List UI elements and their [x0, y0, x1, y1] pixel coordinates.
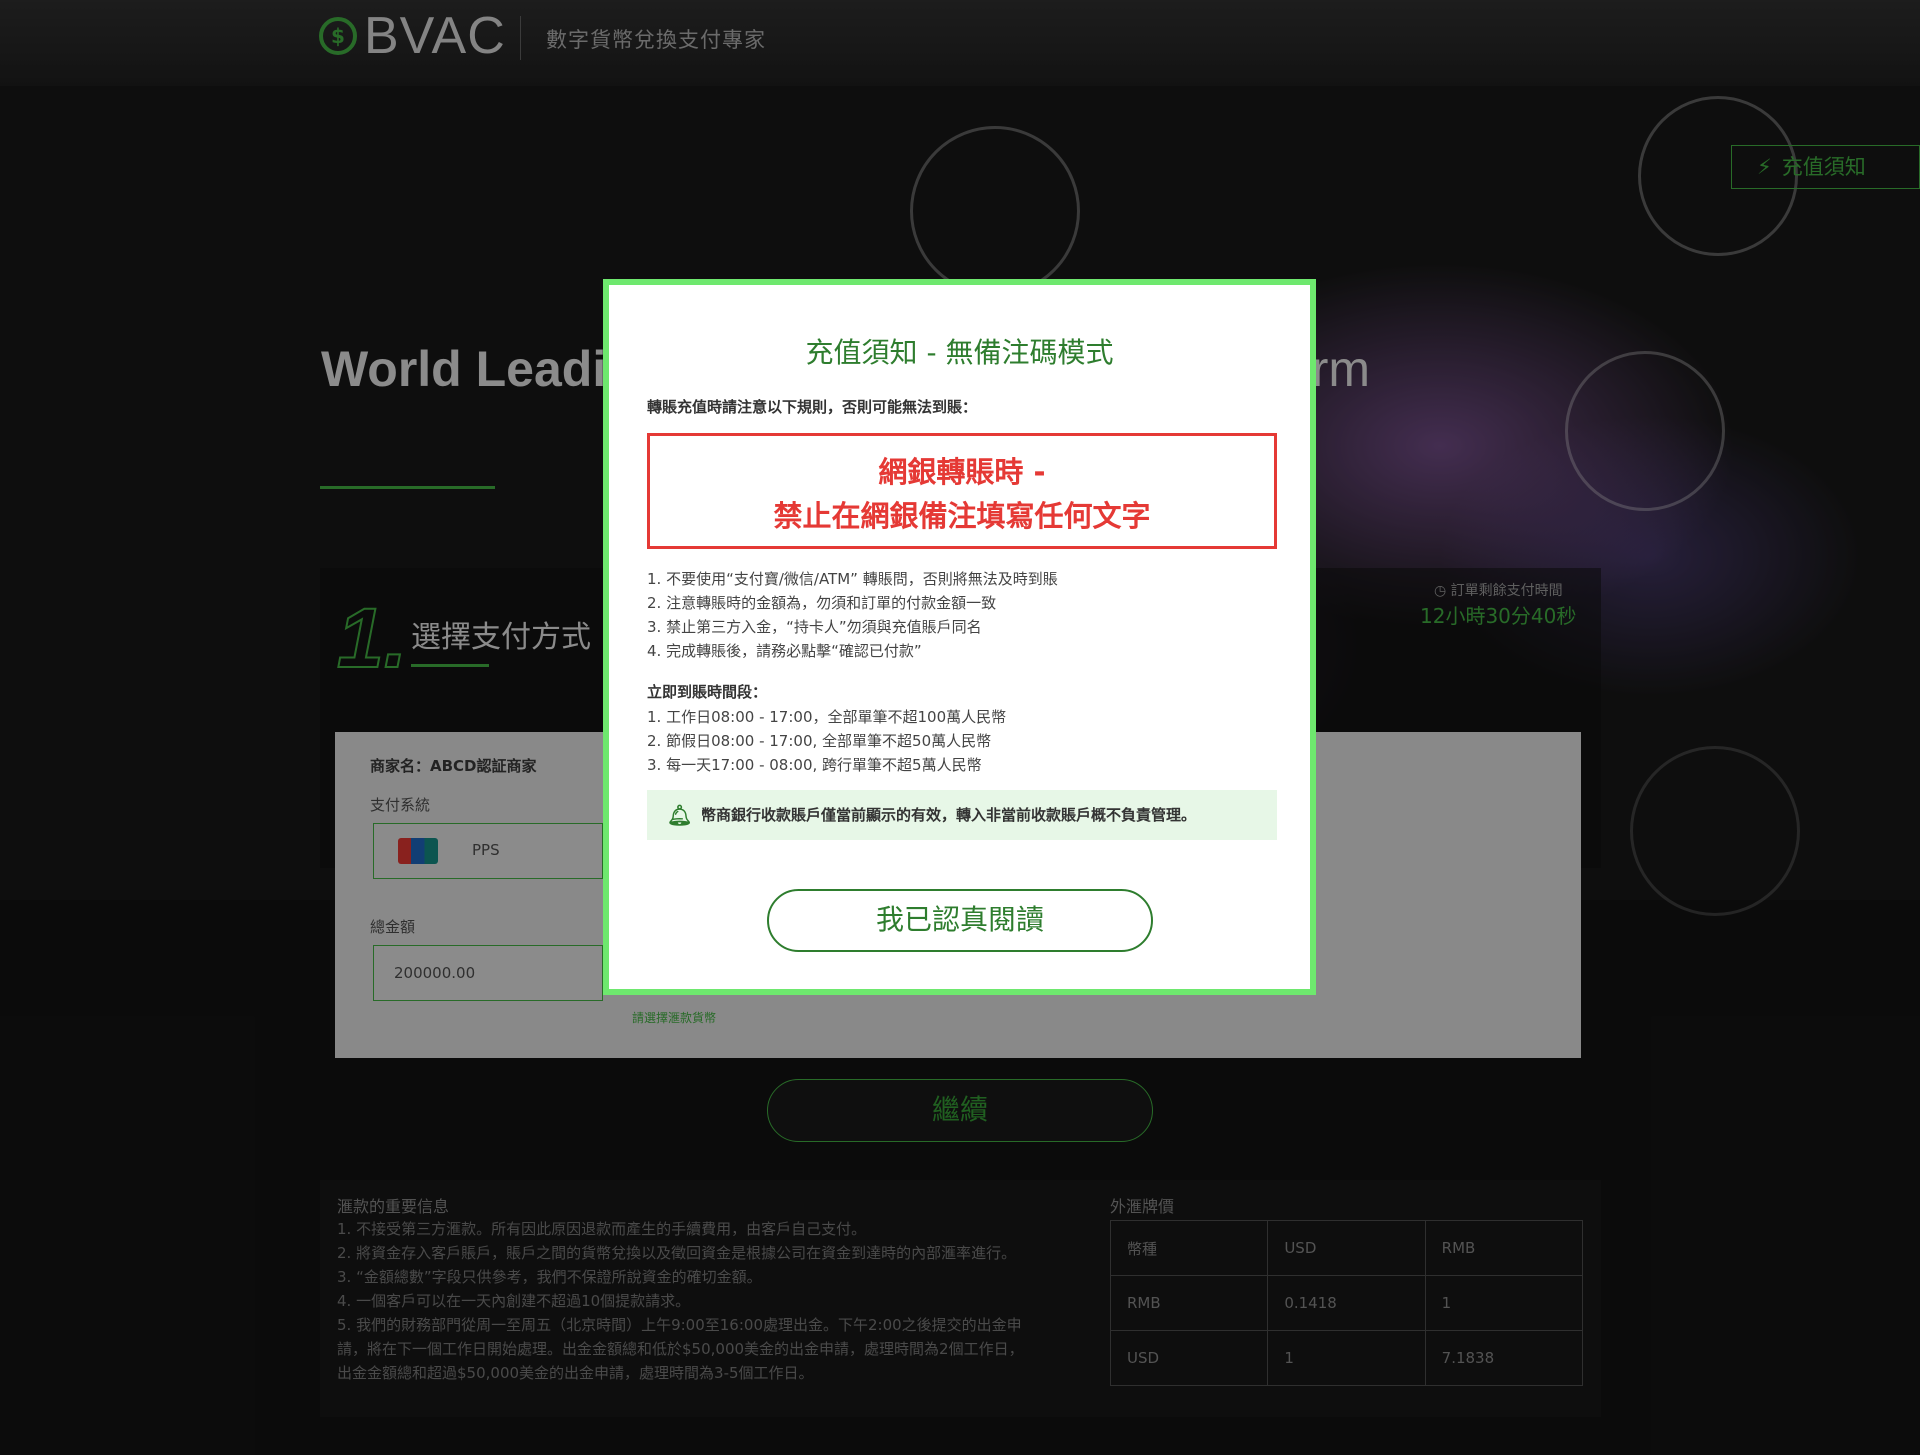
warning-line: 網銀轉賬時 -	[878, 455, 1046, 489]
tip-box: 🔔︎ 幣商銀行收款賬戶僅當前顯示的有效，轉入非當前收款賬戶概不負責管理。	[647, 790, 1277, 840]
warning-line: 禁止在網銀備注填寫任何文字	[773, 499, 1151, 533]
rule-item: 3. 禁止第三方入金，“持卡人”勿須與充值賬戶同名	[647, 618, 982, 636]
modal-title: 充值須知 - 無備注碼模式	[805, 336, 1114, 369]
rule-item: 1. 不要使用“支付寶/微信/ATM” 轉賬問，否則將無法及時到賬	[647, 570, 1058, 588]
recharge-notice-modal: 充值須知 - 無備注碼模式 轉賬充值時請注意以下規則，否則可能無法到賬： 網銀轉…	[603, 279, 1316, 995]
tip-text: 幣商銀行收款賬戶僅當前顯示的有效，轉入非當前收款賬戶概不負責管理。	[701, 806, 1197, 824]
rule-item: 4. 完成轉賬後，請務必點擊“確認已付款”	[647, 642, 922, 660]
period-title: 立即到賬時間段：	[647, 683, 768, 701]
confirm-read-button[interactable]: 我已認真閱讀	[767, 889, 1153, 952]
period-item: 2. 節假日08:00 - 17:00, 全部單筆不超50萬人民幣	[647, 732, 992, 750]
rule-item: 2. 注意轉賬時的金額為，勿須和訂單的付款金額一致	[647, 594, 997, 612]
period-item: 1. 工作日08:00 - 17:00，全部單筆不超100萬人民幣	[647, 708, 1007, 726]
bell-icon: 🔔︎	[667, 803, 693, 827]
modal-intro: 轉賬充值時請注意以下規則，否則可能無法到賬：	[647, 398, 978, 416]
period-item: 3. 每一天17:00 - 08:00, 跨行單筆不超5萬人民幣	[647, 756, 982, 774]
warning-box: 網銀轉賬時 - 禁止在網銀備注填寫任何文字	[647, 433, 1277, 549]
